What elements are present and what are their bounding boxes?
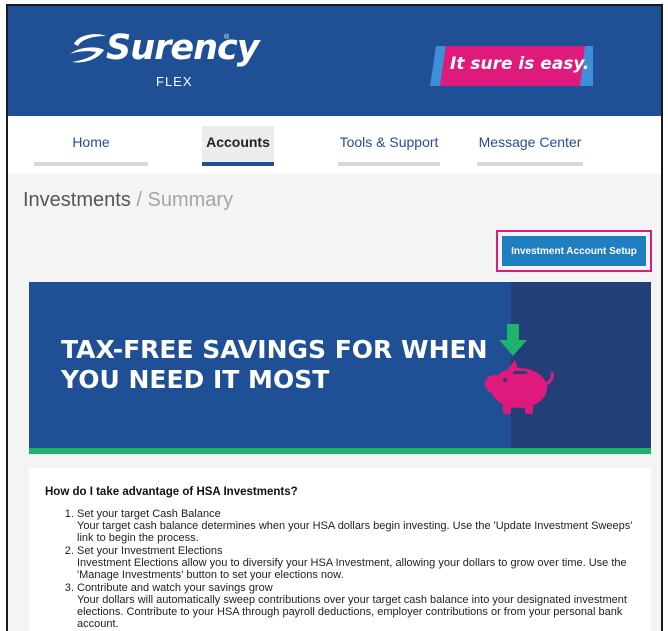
step-description: Your target cash balance determines when… [77,520,633,544]
page-title: Investments / Summary [23,189,233,212]
steps-list: Set your target Cash Balance Your target… [77,508,651,630]
tagline-badge: It sure is easy. [428,46,593,86]
setup-button-highlight: Investment Account Setup [496,230,652,272]
step-description: Your dollars will automatically sweep co… [77,594,627,630]
hsa-investments-info: How do I take advantage of HSA Investmen… [29,468,651,631]
investment-account-setup-button[interactable]: Investment Account Setup [502,236,646,266]
nav-accounts-underline [202,162,274,166]
step-item: Contribute and watch your savings grow Y… [77,582,651,630]
nav-home-label: Home [72,134,110,150]
page-title-main: Investments [23,189,131,211]
tagline-text: It sure is easy. [450,54,590,74]
piggy-bank-icon [485,324,554,414]
nav-home[interactable]: Home [34,126,148,166]
brand-name: Surency [106,28,260,68]
nav-accounts[interactable]: Accounts [202,126,274,166]
nav-tools-support-underline [338,162,440,166]
swoosh-logo-icon [70,34,106,63]
info-heading: How do I take advantage of HSA Investmen… [45,486,298,498]
step-title: Contribute and watch your savings grow [77,582,273,594]
step-item: Set your target Cash Balance Your target… [77,508,651,544]
step-description: Investment Elections allow you to divers… [77,557,627,581]
step-title: Set your Investment Elections [77,545,223,557]
surency-logo[interactable]: Surency ® FLEX [68,28,260,98]
step-title: Set your target Cash Balance [77,508,221,520]
trademark-mark: ® [224,34,230,41]
banner-line-2: YOU NEED IT MOST [61,365,330,394]
step-item: Set your Investment Elections Investment… [77,545,651,581]
site-header: Surency ® FLEX It sure is easy. [8,6,661,116]
nav-home-underline [34,162,148,166]
app-frame: Surency ® FLEX It sure is easy. Home Acc… [6,4,663,631]
nav-tools-support[interactable]: Tools & Support [338,126,440,166]
nav-message-center[interactable]: Message Center [477,126,583,166]
nav-message-center-label: Message Center [478,134,582,150]
breadcrumb-separator: / [136,189,142,211]
brand-sub: FLEX [156,74,193,89]
banner-green-stripe [29,448,651,454]
main-nav: Home Accounts Tools & Support Message Ce… [8,116,661,174]
page-title-sub: Summary [147,189,234,211]
nav-tools-support-label: Tools & Support [339,134,439,150]
banner-line-1: TAX-FREE SAVINGS FOR WHEN [61,335,488,364]
banner-headline: TAX-FREE SAVINGS FOR WHEN YOU NEED IT MO… [61,335,488,395]
nav-message-center-underline [477,162,583,166]
promo-banner: TAX-FREE SAVINGS FOR WHEN YOU NEED IT MO… [29,282,651,454]
nav-accounts-label: Accounts [206,134,270,150]
